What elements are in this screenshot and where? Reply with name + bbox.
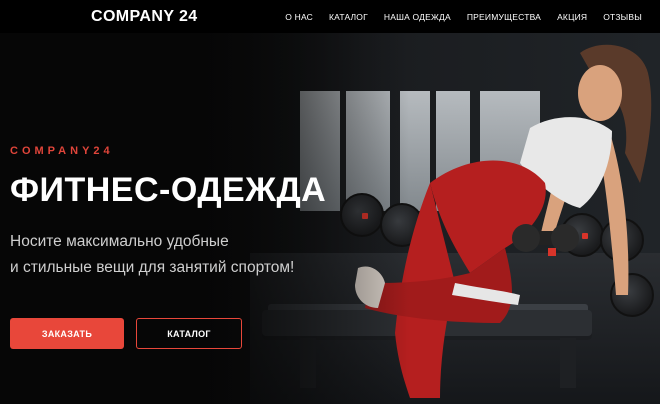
hero-subtitle-line: Носите максимально удобные xyxy=(10,233,229,250)
nav-item-reviews[interactable]: ОТЗЫВЫ xyxy=(603,12,642,22)
nav-item-catalog[interactable]: КАТАЛОГ xyxy=(329,12,368,22)
site-logo[interactable]: COMPANY 24 xyxy=(91,8,198,26)
nav-item-advantages[interactable]: ПРЕИМУЩЕСТВА xyxy=(467,12,541,22)
nav-item-promo[interactable]: АКЦИЯ xyxy=(557,12,587,22)
catalog-button[interactable]: КАТАЛОГ xyxy=(136,318,242,349)
hero-title: ФИТНЕС-ОДЕЖДА xyxy=(10,171,327,209)
hero-subtitle: Носите максимально удобные и стильные ве… xyxy=(10,229,330,281)
nav-item-our-clothes[interactable]: НАША ОДЕЖДА xyxy=(384,12,451,22)
hero-kicker: COMPANY24 xyxy=(10,145,114,157)
nav-item-about[interactable]: О НАС xyxy=(285,12,313,22)
hero-subtitle-line: и стильные вещи для занятий спортом! xyxy=(10,259,295,276)
site-header: COMPANY 24 О НАС КАТАЛОГ НАША ОДЕЖДА ПРЕ… xyxy=(0,0,660,33)
order-button[interactable]: ЗАКАЗАТЬ xyxy=(10,318,124,349)
main-nav: О НАС КАТАЛОГ НАША ОДЕЖДА ПРЕИМУЩЕСТВА А… xyxy=(269,12,642,22)
hero-section: COMPANY 24 О НАС КАТАЛОГ НАША ОДЕЖДА ПРЕ… xyxy=(0,0,660,404)
